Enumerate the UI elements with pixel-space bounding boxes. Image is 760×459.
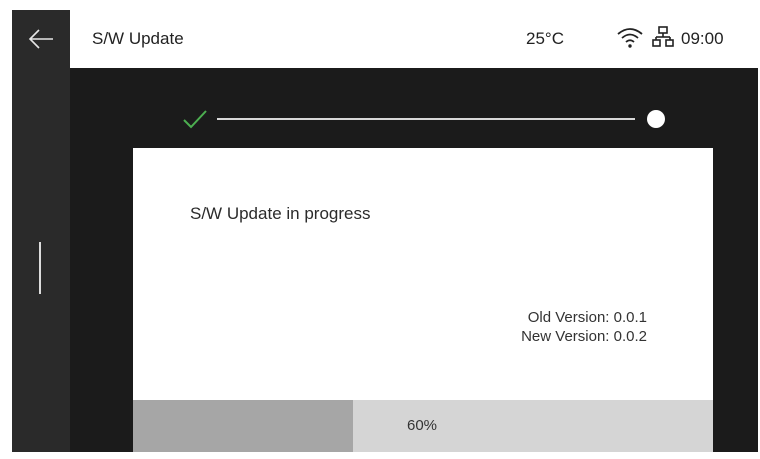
progress-bar-fill <box>133 400 354 452</box>
temperature-readout: 25°C <box>526 29 564 48</box>
side-panel <box>12 68 70 452</box>
new-version-label: New Version: 0.0.2 <box>521 328 647 345</box>
screen-frame: S/W Update 25°C 09:00 S/W Update in prog… <box>12 10 758 452</box>
page-title: S/W Update <box>92 29 184 48</box>
version-info: Old Version: 0.0.1 New Version: 0.0.2 <box>521 308 647 346</box>
update-status-message: S/W Update in progress <box>190 204 371 223</box>
scroll-indicator <box>39 242 41 294</box>
update-card: S/W Update in progress Old Version: 0.0.… <box>133 148 713 452</box>
back-button[interactable] <box>12 10 70 68</box>
check-icon <box>183 110 207 129</box>
progress-percent: 60% <box>407 417 438 434</box>
top-bar: S/W Update 25°C 09:00 <box>12 10 758 68</box>
stepper-line <box>217 118 635 120</box>
arrow-left-icon <box>28 29 53 49</box>
dot-icon <box>647 110 665 128</box>
wifi-icon <box>617 28 643 48</box>
clock: 09:00 <box>681 29 724 48</box>
old-version-label: Old Version: 0.0.1 <box>527 309 647 326</box>
progress-stepper <box>172 102 672 132</box>
progress-bar: 60% <box>133 400 713 452</box>
network-icon <box>652 26 674 47</box>
